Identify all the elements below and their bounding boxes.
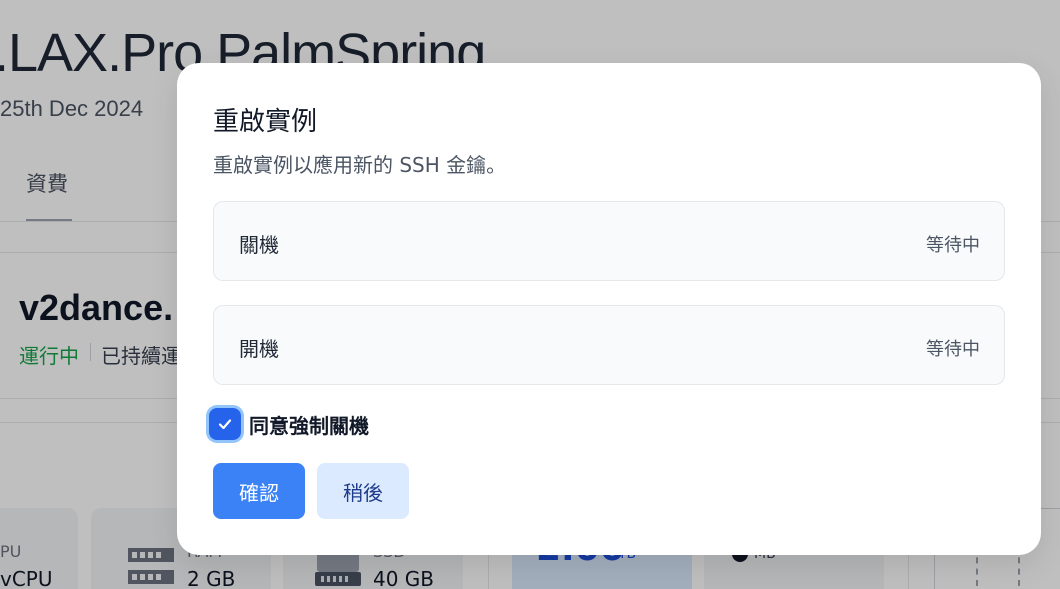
force-shutdown-option[interactable]: 同意強制關機 (209, 408, 369, 440)
step-status: 等待中 (926, 339, 980, 360)
force-shutdown-label: 同意強制關機 (249, 413, 369, 438)
step-boot: 開機 等待中 (213, 305, 1005, 385)
check-icon (218, 419, 232, 430)
step-label: 關機 (239, 233, 279, 257)
dialog-description: 重啟實例以應用新的 SSH 金鑰。 (213, 153, 507, 177)
page: .LAX.Pro PalmSpring 25th Dec 2024 資費 v2d… (0, 0, 1060, 589)
restart-instance-dialog: 重啟實例 重啟實例以應用新的 SSH 金鑰。 關機 等待中 開機 等待中 同意強… (177, 63, 1041, 555)
step-status: 等待中 (926, 235, 980, 256)
step-shutdown: 關機 等待中 (213, 201, 1005, 281)
step-label: 開機 (239, 337, 279, 361)
force-shutdown-checkbox[interactable] (209, 408, 241, 440)
confirm-button[interactable]: 確認 (213, 463, 305, 519)
later-button[interactable]: 稍後 (317, 463, 409, 519)
dialog-title: 重啟實例 (213, 107, 318, 137)
